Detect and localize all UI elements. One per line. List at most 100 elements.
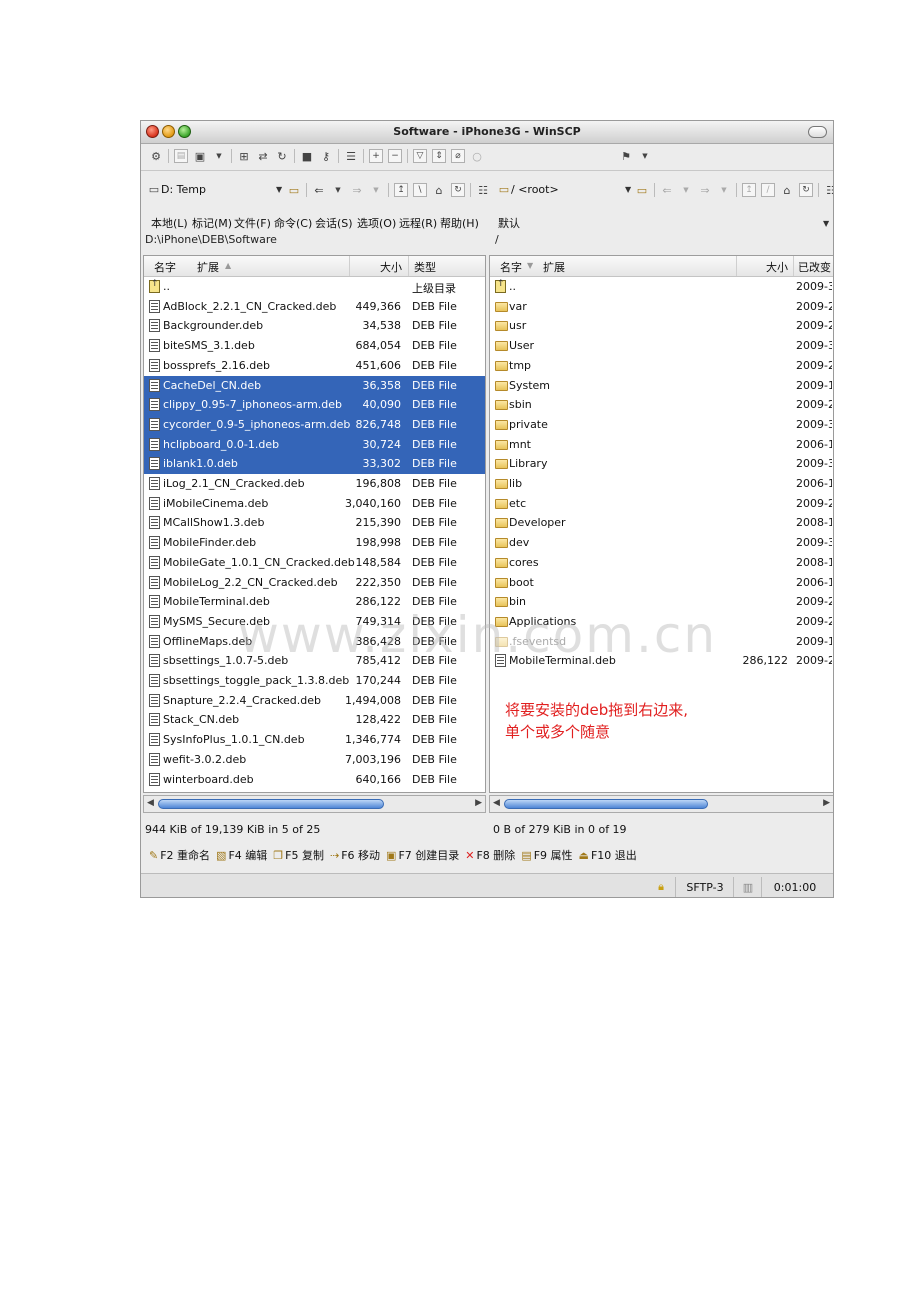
local-file-row[interactable]: wefit-3.0.2.deb 7,003,196 DEB File: [144, 750, 485, 770]
move-button[interactable]: ⇢ F6 移动: [330, 847, 380, 863]
root-dir-icon[interactable]: /: [761, 183, 775, 197]
history-icon[interactable]: ○: [470, 149, 484, 163]
session-select[interactable]: 默认: [498, 215, 520, 231]
sort-icon[interactable]: ⇕: [432, 149, 446, 163]
remote-file-row[interactable]: private 2009-3-: [490, 415, 833, 435]
local-file-row[interactable]: MobileLog_2.2_CN_Cracked.deb 222,350 DEB F…: [144, 573, 485, 593]
quit-button[interactable]: ⏏ F10 退出: [579, 847, 637, 863]
dropdown-arrow-icon[interactable]: ▼: [717, 183, 731, 197]
menu-mark[interactable]: 标记(M): [192, 215, 232, 231]
local-file-row[interactable]: MobileTerminal.deb 286,122 DEB File: [144, 592, 485, 612]
key-icon[interactable]: ⚷: [319, 149, 333, 163]
dropdown-arrow-icon[interactable]: ▼: [638, 149, 652, 163]
local-file-row[interactable]: iblank1.0.deb 33,302 DEB File: [144, 454, 485, 474]
refresh-icon[interactable]: ↻: [275, 149, 289, 163]
menu-session[interactable]: 会话(S): [315, 215, 353, 231]
clear-icon[interactable]: ⌀: [451, 149, 465, 163]
scroll-left-icon[interactable]: ◀: [147, 798, 154, 808]
local-file-row[interactable]: clippy_0.95-7_iphoneos-arm.deb 40,090 DEB …: [144, 395, 485, 415]
local-file-row[interactable]: Stack_CN.deb 128,422 DEB File: [144, 710, 485, 730]
tree-icon[interactable]: ☷: [824, 183, 833, 197]
folder-open-icon[interactable]: ▭: [287, 183, 301, 197]
select-minus-icon[interactable]: −: [388, 149, 402, 163]
tree-icon[interactable]: ☰: [344, 149, 358, 163]
dropdown-arrow-icon[interactable]: ▼: [212, 149, 226, 163]
scroll-right-icon[interactable]: ▶: [475, 798, 482, 808]
local-file-panel[interactable]: 名字 扩展 ▲ 大小 类型 .. 上级目录 AdBlock_2.2.1_CN_Cra…: [143, 255, 486, 793]
compare-icon[interactable]: ⊞: [237, 149, 251, 163]
scroll-thumb[interactable]: [158, 799, 384, 809]
column-ext[interactable]: 扩展: [197, 259, 219, 275]
menu-local[interactable]: 本地(L): [151, 215, 188, 231]
column-name[interactable]: 名字: [500, 259, 522, 275]
remote-file-row[interactable]: sbin 2009-2-: [490, 395, 833, 415]
parent-dir-icon[interactable]: ↥: [742, 183, 756, 197]
column-ext[interactable]: 扩展: [543, 259, 565, 275]
local-file-row[interactable]: cycorder_0.9-5_iphoneos-arm.deb 826,748 DE…: [144, 414, 485, 435]
local-file-row[interactable]: sbsettings_1.0.7-5.deb 785,412 DEB File: [144, 651, 485, 671]
menu-file[interactable]: 文件(F): [234, 215, 271, 231]
remote-file-row[interactable]: Developer 2008-12: [490, 513, 833, 533]
local-file-row[interactable]: hclipboard_0.0-1.deb 30,724 DEB File: [144, 434, 485, 455]
remote-file-row[interactable]: cores 2008-12: [490, 553, 833, 573]
local-file-row[interactable]: MobileFinder.deb 198,998 DEB File: [144, 533, 485, 553]
local-file-row[interactable]: bossprefs_2.16.deb 451,606 DEB File: [144, 356, 485, 376]
remote-file-row[interactable]: User 2009-3-: [490, 336, 833, 356]
dropdown-arrow-icon[interactable]: ▼: [823, 219, 829, 228]
menu-remote[interactable]: 远程(R): [399, 215, 437, 231]
remote-file-row[interactable]: etc 2009-2-: [490, 494, 833, 514]
local-file-row[interactable]: .. 上级目录: [144, 277, 485, 297]
dropdown-arrow-icon[interactable]: ▼: [331, 183, 345, 197]
local-file-row[interactable]: CacheDel_CN.deb 36,358 DEB File: [144, 375, 485, 396]
select-plus-icon[interactable]: +: [369, 149, 383, 163]
refresh-icon[interactable]: ↻: [451, 183, 465, 197]
scroll-left-icon[interactable]: ◀: [493, 798, 500, 808]
remote-file-row[interactable]: usr 2009-2-: [490, 316, 833, 336]
home-icon[interactable]: ⌂: [780, 183, 794, 197]
forward-arrow-icon[interactable]: ⇒: [698, 183, 712, 197]
column-type[interactable]: 类型: [414, 259, 436, 275]
root-dir-icon[interactable]: \: [413, 183, 427, 197]
parent-dir-icon[interactable]: ↥: [394, 183, 408, 197]
remote-file-row[interactable]: boot 2006-10: [490, 573, 833, 593]
forward-arrow-icon[interactable]: ⇒: [350, 183, 364, 197]
folder-open-icon[interactable]: ▭: [635, 183, 649, 197]
remote-file-row[interactable]: var 2009-2-: [490, 297, 833, 317]
menu-options[interactable]: 选项(O): [357, 215, 396, 231]
local-file-row[interactable]: SysInfoPlus_1.0.1_CN.deb 1,346,774 DEB Fil…: [144, 730, 485, 750]
column-size[interactable]: 大小: [380, 259, 402, 275]
menu-help[interactable]: 帮助(H): [440, 215, 479, 231]
remote-file-row[interactable]: Applications 2009-2-: [490, 612, 833, 632]
remote-file-row[interactable]: .. 2009-3-: [490, 277, 833, 297]
dropdown-arrow-icon[interactable]: ▼: [679, 183, 693, 197]
local-file-row[interactable]: AdBlock_2.2.1_CN_Cracked.deb 449,366 DEB F…: [144, 297, 485, 317]
column-name[interactable]: 名字: [154, 259, 176, 275]
remote-horizontal-scrollbar[interactable]: ◀ ▶: [489, 795, 833, 813]
tree-icon[interactable]: ☷: [476, 183, 490, 197]
local-file-row[interactable]: winterboard.deb 640,166 DEB File: [144, 770, 485, 790]
delete-button[interactable]: ✕ F8 删除: [465, 847, 515, 863]
remote-file-row[interactable]: System 2009-1-: [490, 376, 833, 396]
remote-file-row[interactable]: tmp 2009-2-: [490, 356, 833, 376]
synchronize-icon[interactable]: ⇄: [256, 149, 270, 163]
local-file-row[interactable]: biteSMS_3.1.deb 684,054 DEB File: [144, 336, 485, 356]
session-menu-icon[interactable]: ⚑: [619, 149, 633, 163]
properties-button[interactable]: ▤ F9 属性: [521, 847, 572, 863]
menu-commands[interactable]: 命令(C): [274, 215, 312, 231]
create-directory-button[interactable]: ▣ F7 创建目录: [386, 847, 459, 863]
back-arrow-icon[interactable]: ⇐: [660, 183, 674, 197]
local-file-row[interactable]: Backgrounder.deb 34,538 DEB File: [144, 316, 485, 336]
local-file-row[interactable]: MCallShow1.3.deb 215,390 DEB File: [144, 513, 485, 533]
dropdown-arrow-icon[interactable]: ▼: [625, 185, 631, 194]
local-file-row[interactable]: OfflineMaps.deb 386,428 DEB File: [144, 632, 485, 652]
dropdown-arrow-icon[interactable]: ▼: [369, 183, 383, 197]
local-file-row[interactable]: iMobileCinema.deb 3,040,160 DEB File: [144, 494, 485, 514]
filter-icon[interactable]: ▽: [413, 149, 427, 163]
column-size[interactable]: 大小: [766, 259, 788, 275]
scroll-thumb[interactable]: [504, 799, 708, 809]
rename-button[interactable]: ✎ F2 重命名: [149, 847, 210, 863]
local-file-row[interactable]: Snapture_2.2.4_Cracked.deb 1,494,008 DEB F…: [144, 691, 485, 711]
refresh-icon[interactable]: ↻: [799, 183, 813, 197]
local-file-row[interactable]: sbsettings_toggle_pack_1.3.8.deb 170,244 D…: [144, 671, 485, 691]
copy-button[interactable]: ❐ F5 复制: [273, 847, 324, 863]
